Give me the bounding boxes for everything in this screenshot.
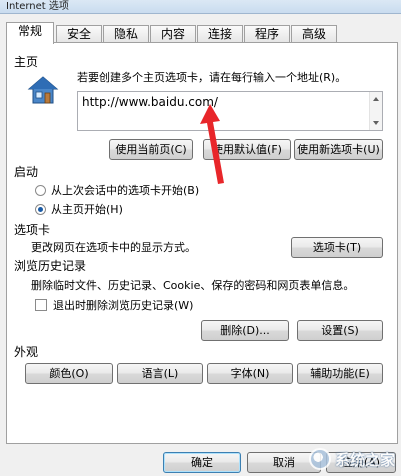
history-section-title: 浏览历史记录	[14, 259, 87, 273]
use-current-button[interactable]: 使用当前页(C)	[109, 139, 193, 160]
startup-section-title: 启动	[14, 165, 39, 179]
tab-general[interactable]: 常规	[6, 22, 54, 44]
radio-last-session-label[interactable]: 从上次会话中的选项卡开始(B)	[51, 184, 199, 198]
red-arrow-annotation	[200, 104, 224, 184]
use-new-tab-button[interactable]: 使用新选项卡(U)	[294, 139, 383, 160]
watermark-logo-icon	[308, 448, 331, 470]
ok-button[interactable]: 确定	[163, 452, 241, 473]
delete-history-button[interactable]: 删除(D)...	[201, 320, 289, 341]
home-icon	[27, 76, 59, 104]
fonts-button[interactable]: 字体(N)	[207, 363, 293, 384]
general-tab-panel: 主页 若要创建多个主页选项卡，请在每行输入一个地址(R)。 http://www…	[6, 42, 398, 444]
tabs-section-title: 选项卡	[14, 223, 51, 237]
delete-on-exit-checkbox[interactable]	[35, 299, 47, 311]
home-instruction: 若要创建多个主页选项卡，请在每行输入一个地址(R)。	[77, 71, 347, 84]
scroll-up-icon[interactable]	[373, 97, 379, 101]
radio-start-home[interactable]	[35, 204, 46, 215]
watermark: 系统之家	[308, 446, 395, 472]
appearance-section-title: 外观	[14, 345, 39, 359]
watermark-text: 系统之家	[334, 450, 395, 469]
window-title: Internet 选项	[6, 1, 69, 12]
colors-button[interactable]: 颜色(O)	[25, 363, 113, 384]
delete-on-exit-label[interactable]: 退出时删除浏览历史记录(W)	[53, 299, 193, 313]
history-settings-button[interactable]: 设置(S)	[297, 320, 383, 341]
tabs-description: 更改网页在选项卡中的显示方式。	[31, 241, 196, 254]
tabs-button[interactable]: 选项卡(T)	[291, 237, 383, 258]
history-description: 删除临时文件、历史记录、Cookie、保存的密码和网页表单信息。	[31, 279, 355, 292]
accessibility-button[interactable]: 辅助功能(E)	[297, 363, 383, 384]
home-section-title: 主页	[14, 55, 39, 69]
radio-start-home-label[interactable]: 从主页开始(H)	[51, 203, 123, 217]
radio-last-session[interactable]	[35, 185, 46, 196]
url-scrollbar[interactable]	[369, 92, 382, 130]
window-titlebar: Internet 选项	[0, 0, 401, 14]
scroll-down-icon[interactable]	[373, 121, 379, 125]
languages-button[interactable]: 语言(L)	[117, 363, 203, 384]
